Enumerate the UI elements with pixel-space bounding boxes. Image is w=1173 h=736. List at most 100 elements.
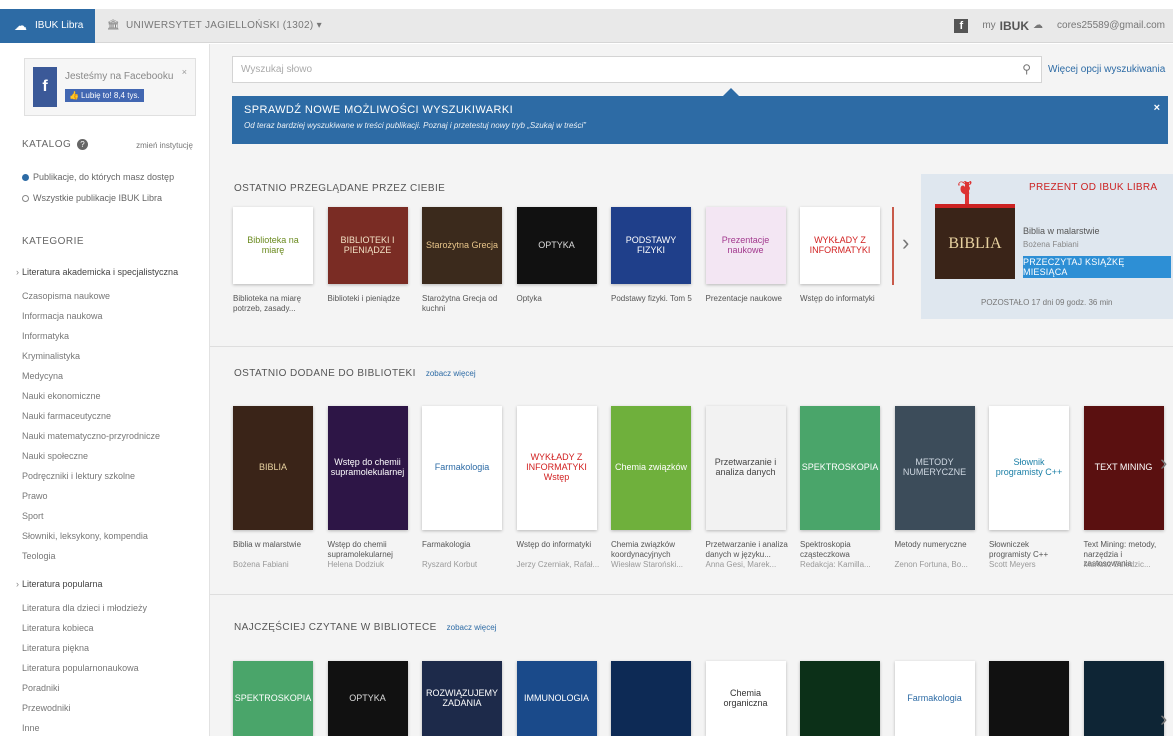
category-link[interactable]: Kryminalistyka [22, 351, 80, 361]
my-ibuk-link[interactable]: my IBUK ☁ [982, 19, 1043, 33]
category-link[interactable]: Teologia [22, 551, 56, 561]
category-link[interactable]: Literatura kobieca [22, 623, 94, 633]
book-cover[interactable]: Słownik programisty C++ [989, 406, 1069, 530]
category-group-heading[interactable]: Literatura akademicka i specjalistyczna [16, 267, 178, 277]
book-title[interactable]: Wstęp do informatyki [800, 294, 884, 304]
category-link[interactable]: Informatyka [22, 331, 69, 341]
book-cover[interactable]: METODY NUMERYCZNE [894, 406, 975, 530]
book-cover[interactable]: WYKŁADY Z INFORMATYKI Wstęp [516, 406, 597, 530]
book-cover[interactable] [800, 661, 880, 736]
book-cover[interactable] [611, 661, 691, 736]
book-cover[interactable]: Chemia związków [611, 406, 691, 530]
book-cover[interactable]: Prezentacje naukowe [705, 207, 786, 284]
book-title[interactable]: Biblioteki i pieniądze [328, 294, 412, 304]
book-title[interactable]: Spektroskopia cząsteczkowa [800, 540, 884, 559]
brand-logo[interactable]: ☁ IBUK Libra [0, 8, 95, 43]
category-link[interactable]: Nauki społeczne [22, 451, 88, 461]
radio-unchecked-icon [22, 194, 29, 202]
gift-title: PREZENT OD IBUK LIBRA [1029, 182, 1158, 193]
close-icon[interactable]: × [182, 67, 187, 77]
facebook-widget: f Jesteśmy na Facebooku × 👍 Lubię to! 8,… [24, 58, 196, 116]
book-title[interactable]: Metody numeryczne [895, 540, 979, 550]
category-link[interactable]: Sport [22, 511, 44, 521]
book-cover-text [1027, 697, 1031, 701]
book-cover[interactable]: IMMUNOLOGIA [516, 661, 597, 736]
book-cover[interactable] [1083, 661, 1164, 736]
see-more-link[interactable]: zobacz więcej [447, 623, 497, 632]
category-link[interactable]: Literatura dla dzieci i młodzieży [22, 603, 147, 613]
institution-selector[interactable]: 🏛 UNIWERSYTET JAGIELLOŃSKI (1302) ▾ [107, 20, 322, 31]
category-link[interactable]: Informacja naukowa [22, 311, 103, 321]
category-link[interactable]: Medycyna [22, 371, 63, 381]
see-more-link[interactable]: zobacz więcej [426, 369, 476, 378]
book-cover[interactable]: WYKŁADY Z INFORMATYKI [800, 207, 880, 284]
book-cover[interactable]: BIBLIA [233, 406, 313, 530]
book-cover[interactable]: OPTYKA [327, 661, 408, 736]
category-link[interactable]: Przewodniki [22, 703, 71, 713]
book-title[interactable]: Słowniczek programisty C++ [989, 540, 1073, 559]
close-icon[interactable]: × [1154, 102, 1160, 114]
facebook-icon[interactable]: f [954, 18, 969, 33]
category-link[interactable]: Poradniki [22, 683, 60, 693]
book-cover[interactable]: Wstęp do chemii supramolekularnej [327, 406, 408, 530]
book-title[interactable]: Przetwarzanie i analiza danych w języku.… [706, 540, 790, 559]
like-button[interactable]: 👍 Lubię to! 8,4 tys. [65, 89, 144, 102]
gift-book-title[interactable]: Biblia w malarstwie [1023, 226, 1100, 236]
book-title[interactable]: Podstawy fizyki. Tom 5 [611, 294, 695, 304]
facebook-widget-text[interactable]: Jesteśmy na Facebooku [65, 71, 173, 82]
category-link[interactable]: Nauki farmaceutyczne [22, 411, 111, 421]
advanced-search-link[interactable]: Więcej opcji wyszukiwania [1048, 64, 1165, 75]
book-cover[interactable]: TEXT MINING [1083, 406, 1164, 530]
category-link[interactable]: Nauki matematyczno-przyrodnicze [22, 431, 160, 441]
book-cover[interactable]: SPEKTROSKOPIA [800, 406, 880, 530]
category-link[interactable]: Słowniki, leksykony, kompendia [22, 531, 148, 541]
category-group-heading[interactable]: Literatura popularna [16, 579, 103, 589]
book-title[interactable]: Optyka [517, 294, 601, 304]
search-input[interactable] [233, 57, 993, 82]
partial-book-cover[interactable] [892, 207, 894, 285]
book-cover[interactable]: Biblioteka na miarę [233, 207, 313, 284]
category-link[interactable]: Literatura piękna [22, 643, 89, 653]
category-link[interactable]: Czasopisma naukowe [22, 291, 110, 301]
book-title[interactable]: Wstęp do informatyki [517, 540, 601, 550]
book-title[interactable]: Starożytna Grecja od kuchni [422, 294, 506, 313]
book-author: Zenon Fortuna, Bo... [894, 560, 968, 569]
banner-text: Od teraz bardziej wyszukiwane w treści p… [244, 121, 586, 130]
book-title[interactable]: Wstęp do chemii supramolekularnej [328, 540, 412, 559]
chevron-right-icon[interactable]: › [1160, 450, 1167, 476]
book-cover[interactable]: OPTYKA [516, 207, 597, 284]
book-title[interactable]: Prezentacje naukowe [706, 294, 790, 304]
category-link[interactable]: Inne [22, 723, 40, 733]
chevron-right-icon[interactable]: › [902, 230, 909, 256]
book-title[interactable]: Biblia w malarstwie [233, 540, 317, 550]
book-cover[interactable]: PODSTAWY FIZYKI [611, 207, 691, 284]
book-title[interactable]: Chemia związków koordynacyjnych [611, 540, 695, 559]
radio-all[interactable]: Wszystkie publikacje IBUK Libra [22, 193, 162, 203]
book-title[interactable]: Farmakologia [422, 540, 506, 550]
category-link[interactable]: Prawo [22, 491, 48, 501]
book-cover[interactable]: Starożytna Grecja [422, 207, 502, 284]
book-cover[interactable] [989, 661, 1069, 736]
category-link[interactable]: Nauki ekonomiczne [22, 391, 101, 401]
recently-viewed-label: OSTATNIO PRZEGLĄDANE PRZEZ CIEBIE [234, 183, 446, 194]
book-cover[interactable]: ROZWIĄZUJEMY ZADANIA [422, 661, 502, 736]
book-cover[interactable]: BIBLIOTEKI I PIENIĄDZE [327, 207, 408, 284]
book-cover[interactable]: SPEKTROSKOPIA [233, 661, 313, 736]
gift-book-cover[interactable]: BIBLIA [935, 204, 1015, 279]
category-link[interactable]: Podręczniki i lektury szkolne [22, 471, 135, 481]
chevron-right-icon[interactable]: › [1160, 706, 1167, 732]
book-author: Wiesław Staroński... [611, 560, 684, 569]
change-institution-link[interactable]: zmień instytucję [136, 141, 193, 150]
book-title[interactable]: Biblioteka na miarę potrzeb, zasady... [233, 294, 317, 313]
category-link[interactable]: Literatura popularnonaukowa [22, 663, 139, 673]
read-book-of-month-button[interactable]: PRZECZYTAJ KSIĄŻKĘ MIESIĄCA [1023, 256, 1171, 278]
help-icon[interactable]: ? [77, 139, 89, 150]
radio-accessible[interactable]: Publikacje, do których masz dostęp [22, 172, 174, 182]
user-email[interactable]: cores25589@gmail.com [1057, 20, 1165, 31]
book-cover[interactable]: Przetwarzanie i analiza danych [705, 406, 786, 530]
book-cover-text [838, 697, 842, 701]
book-cover[interactable]: Farmakologia [894, 661, 975, 736]
search-icon[interactable]: ⚲ [1022, 62, 1031, 76]
book-cover[interactable]: Farmakologia [422, 406, 502, 530]
book-cover[interactable]: Chemia organiczna [705, 661, 786, 736]
